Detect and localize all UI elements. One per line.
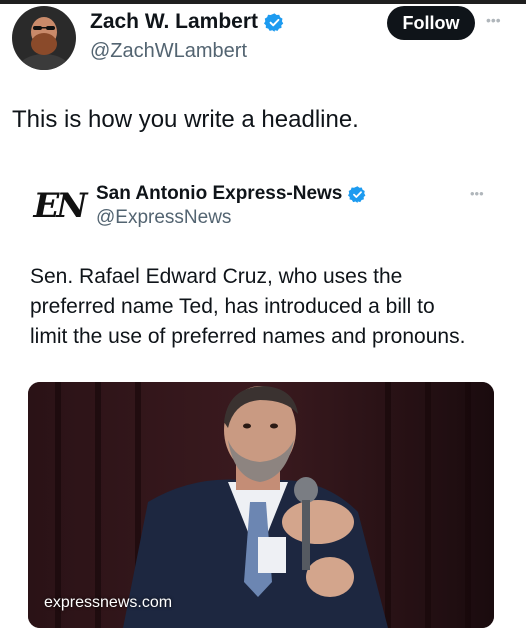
author-avatar[interactable]: [12, 6, 76, 70]
follow-button[interactable]: Follow: [387, 6, 475, 40]
logo-text: EN: [33, 186, 88, 226]
quoted-text-line-2: preferred name Ted, has introduced a bil…: [30, 295, 435, 318]
media-image[interactable]: [28, 382, 494, 628]
quoted-tweet-text: Sen. Rafael Edward Cruz, who uses the pr…: [30, 262, 510, 352]
verified-badge-icon: [348, 185, 367, 204]
author-name-text[interactable]: Zach W. Lambert: [90, 10, 258, 34]
express-news-logo[interactable]: EN: [30, 180, 88, 232]
author-name[interactable]: Zach W. Lambert: [90, 10, 285, 34]
top-divider: [0, 0, 526, 4]
quoted-more-options-icon[interactable]: •••: [470, 186, 484, 201]
verified-badge-icon: [264, 12, 285, 33]
quoted-text-line-3: limit the use of preferred names and pro…: [30, 325, 466, 348]
quoted-author-handle[interactable]: @ExpressNews: [96, 207, 231, 229]
media-source-domain[interactable]: expressnews.com: [44, 594, 172, 612]
tweet-text: This is how you write a headline.: [12, 106, 359, 133]
author-handle[interactable]: @ZachWLambert: [90, 40, 247, 63]
quoted-author-name-text[interactable]: San Antonio Express-News: [96, 183, 342, 205]
quoted-author-name[interactable]: San Antonio Express-News: [96, 183, 367, 205]
more-options-icon[interactable]: •••: [486, 12, 501, 28]
tweet-screenshot: Zach W. Lambert @ZachWLambert Follow •••…: [0, 0, 526, 638]
quoted-text-line-1: Sen. Rafael Edward Cruz, who uses the: [30, 265, 403, 288]
